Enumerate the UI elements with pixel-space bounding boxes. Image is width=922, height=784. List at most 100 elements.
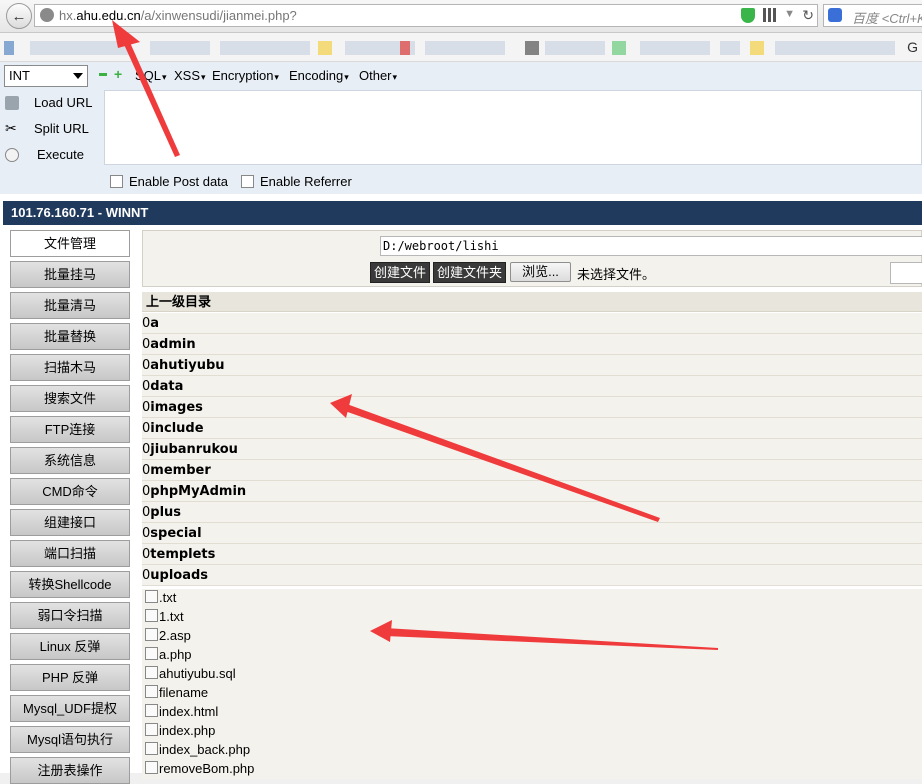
file-checkbox[interactable] [145, 647, 158, 660]
nav-mysql-exec[interactable]: Mysql语句执行 [10, 726, 130, 753]
folder-row[interactable]: 0special [142, 523, 922, 544]
folder-row[interactable]: 0include [142, 418, 922, 439]
create-folder-button[interactable]: 创建文件夹 [433, 262, 507, 283]
file-name[interactable]: index.html [159, 704, 218, 719]
bookmark-item-g[interactable]: G [907, 39, 918, 55]
menu-other[interactable]: Other [359, 68, 397, 83]
file-name[interactable]: 1.txt [159, 609, 184, 624]
nav-php-reverse[interactable]: PHP 反弹 [10, 664, 130, 691]
nav-linux-reverse[interactable]: Linux 反弹 [10, 633, 130, 660]
minus-icon[interactable] [99, 73, 107, 76]
file-checkbox[interactable] [145, 742, 158, 755]
address-bar[interactable]: hx.ahu.edu.cn/a/xinwensudi/jianmei.php? … [34, 4, 818, 27]
nav-search-files[interactable]: 搜索文件 [10, 385, 130, 412]
folder-row[interactable]: 0member [142, 460, 922, 481]
file-checkbox[interactable] [145, 723, 158, 736]
file-row[interactable]: 2.asp [142, 627, 922, 646]
plus-icon[interactable]: + [114, 66, 124, 82]
file-name[interactable]: filename [159, 685, 208, 700]
file-checkbox[interactable] [145, 609, 158, 622]
bookmark-item[interactable] [750, 41, 764, 55]
folder-name[interactable]: a [150, 316, 159, 331]
file-row[interactable]: index.php [142, 722, 922, 741]
nav-batch-replace[interactable]: 批量替换 [10, 323, 130, 350]
folder-row[interactable]: 0plus [142, 502, 922, 523]
folder-row[interactable]: 0uploads [142, 565, 922, 586]
menu-encoding[interactable]: Encoding [289, 68, 349, 83]
bookmark-item[interactable] [318, 41, 332, 55]
nav-batch-clean-horse[interactable]: 批量清马 [10, 292, 130, 319]
nav-convert-shellcode[interactable]: 转换Shellcode [10, 571, 130, 598]
nav-build-interface[interactable]: 组建接口 [10, 509, 130, 536]
file-checkbox[interactable] [145, 685, 158, 698]
checkbox-box[interactable] [241, 175, 254, 188]
refresh-icon[interactable]: ↻ [802, 7, 814, 24]
folder-name[interactable]: templets [150, 547, 215, 562]
create-file-button[interactable]: 创建文件 [370, 262, 431, 283]
browse-button[interactable]: 浏览... [510, 262, 571, 282]
folder-row[interactable]: 0a [142, 313, 922, 334]
nav-registry[interactable]: 注册表操作 [10, 757, 130, 784]
menu-sql[interactable]: SQL [135, 68, 167, 83]
bookmark-item[interactable] [30, 41, 130, 55]
int-select[interactable]: INT [4, 65, 88, 87]
enable-post-data-checkbox[interactable]: Enable Post data [110, 174, 228, 189]
nav-cmd[interactable]: CMD命令 [10, 478, 130, 505]
bookmark-item[interactable] [545, 41, 605, 55]
folder-row[interactable]: 0phpMyAdmin [142, 481, 922, 502]
folder-row[interactable]: 0images [142, 397, 922, 418]
nav-batch-hang-horse[interactable]: 批量挂马 [10, 261, 130, 288]
file-row[interactable]: .txt [142, 589, 922, 608]
folder-name[interactable]: member [150, 463, 210, 478]
bookmark-item[interactable] [400, 41, 410, 55]
menu-encryption[interactable]: Encryption [212, 68, 279, 83]
nav-file-manager[interactable]: 文件管理 [10, 230, 130, 257]
file-name[interactable]: index.php [159, 723, 215, 738]
nav-weak-password-scan[interactable]: 弱口令扫描 [10, 602, 130, 629]
dropdown-arrow-icon[interactable]: ▼ [784, 8, 795, 20]
folder-name[interactable]: jiubanrukou [150, 442, 238, 457]
file-name[interactable]: 2.asp [159, 628, 191, 643]
bookmark-item[interactable] [425, 41, 505, 55]
bookmark-item[interactable] [150, 41, 210, 55]
file-row[interactable]: index.html [142, 703, 922, 722]
file-row[interactable]: a.php [142, 646, 922, 665]
file-row[interactable]: ahutiyubu.sql [142, 665, 922, 684]
file-checkbox[interactable] [145, 666, 158, 679]
nav-port-scan[interactable]: 端口扫描 [10, 540, 130, 567]
file-row[interactable]: 1.txt [142, 608, 922, 627]
bookmark-item[interactable] [525, 41, 539, 55]
qr-code-icon[interactable] [763, 8, 777, 22]
bookmark-icon[interactable] [4, 41, 14, 55]
file-row[interactable]: removeBom.php [142, 760, 922, 779]
folder-row[interactable]: 0ahutiyubu [142, 355, 922, 376]
file-checkbox[interactable] [145, 704, 158, 717]
bookmark-item[interactable] [720, 41, 740, 55]
nav-scan-trojan[interactable]: 扫描木马 [10, 354, 130, 381]
file-name[interactable]: removeBom.php [159, 761, 254, 776]
folder-row[interactable]: 0templets [142, 544, 922, 565]
menu-xss[interactable]: XSS [174, 68, 206, 83]
back-button[interactable]: ← [6, 3, 32, 29]
bookmark-item[interactable] [220, 41, 310, 55]
search-box[interactable]: 百度 <Ctrl+K> [823, 4, 922, 27]
bookmark-item[interactable] [775, 41, 895, 55]
file-name[interactable]: ahutiyubu.sql [159, 666, 236, 681]
file-checkbox[interactable] [145, 628, 158, 641]
folder-row[interactable]: 0data [142, 376, 922, 397]
nav-system-info[interactable]: 系统信息 [10, 447, 130, 474]
folder-name[interactable]: ahutiyubu [150, 358, 224, 373]
file-checkbox[interactable] [145, 590, 158, 603]
upload-input[interactable] [890, 262, 922, 284]
url-textarea[interactable] [104, 90, 922, 165]
nav-ftp[interactable]: FTP连接 [10, 416, 130, 443]
folder-name[interactable]: images [150, 400, 203, 415]
folder-row[interactable]: 0jiubanrukou [142, 439, 922, 460]
file-name[interactable]: .txt [159, 590, 176, 605]
file-name[interactable]: a.php [159, 647, 192, 662]
nav-mysql-udf[interactable]: Mysql_UDF提权 [10, 695, 130, 722]
parent-directory-link[interactable]: 上一级目录 [142, 292, 922, 312]
file-row[interactable]: index_back.php [142, 741, 922, 760]
bookmark-item[interactable] [612, 41, 626, 55]
bookmark-item[interactable] [640, 41, 710, 55]
